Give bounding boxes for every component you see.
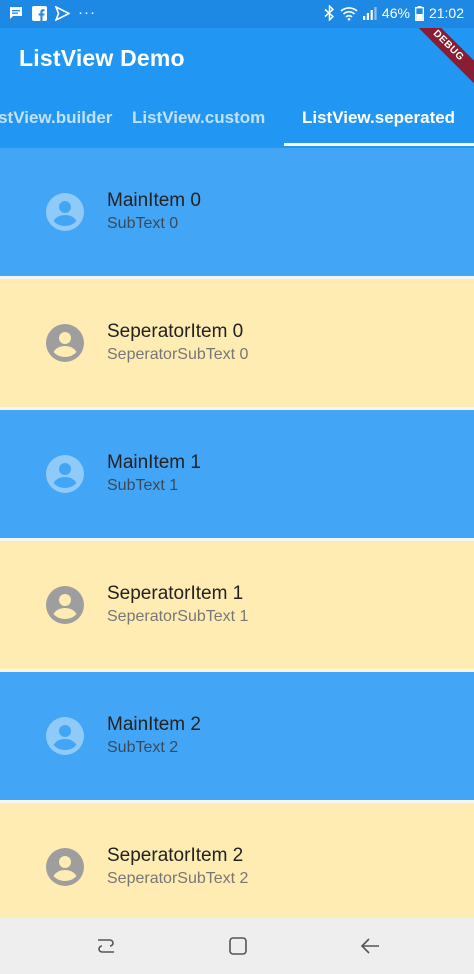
list-item-subtitle: SeperatorSubText 0 [107,346,249,363]
tab-indicator [284,143,474,146]
list-item-subtitle: SeperatorSubText 1 [107,608,249,625]
list-item-main-0[interactable]: MainItem 0 SubText 0 [0,148,474,279]
list-item-title: MainItem 1 [107,452,201,473]
message-icon [8,5,24,21]
list-item-title: SeperatorItem 2 [107,845,244,866]
list-item-separator-0[interactable]: SeperatorItem 0 SeperatorSubText 0 [0,279,474,410]
list-item-main-1[interactable]: MainItem 1 SubText 1 [0,410,474,541]
back-icon[interactable] [358,934,382,958]
tab-listview-seperated[interactable]: ListView.seperated [302,108,455,128]
signal-icon [362,6,377,20]
account-circle-icon [45,847,85,887]
status-left-icons: ··· [8,5,96,21]
wifi-icon [340,6,358,21]
status-bar: ··· 46% 21:02 [0,0,474,28]
list-item-separator-1[interactable]: SeperatorItem 1 SeperatorSubText 1 [0,541,474,672]
bluetooth-icon [324,5,335,21]
account-circle-icon [45,192,85,232]
account-circle-icon [45,454,85,494]
list-view[interactable]: MainItem 0 SubText 0 SeperatorItem 0 Sep… [0,148,474,934]
recents-icon[interactable] [94,934,118,958]
list-item-separator-2[interactable]: SeperatorItem 2 SeperatorSubText 2 [0,803,474,934]
list-item-title: MainItem 2 [107,714,201,735]
list-item-subtitle: SubText 0 [107,215,179,232]
send-icon [55,5,70,21]
navigation-bar [0,918,474,974]
list-item-title: MainItem 0 [107,190,201,211]
facebook-icon [32,5,47,21]
tab-listview-builder[interactable]: ListView.builder [0,108,112,128]
list-item-subtitle: SeperatorSubText 2 [107,870,249,887]
list-item-subtitle: SubText 1 [107,477,179,494]
status-overflow: ··· [78,4,96,21]
app-bar: DEBUG ListView Demo ListView.builder Lis… [0,28,474,148]
list-item-subtitle: SubText 2 [107,739,179,756]
status-right-icons: 46% 21:02 [324,5,464,21]
tab-listview-custom[interactable]: ListView.custom [132,108,265,128]
battery-icon [415,5,424,21]
home-icon[interactable] [226,934,250,958]
status-time: 21:02 [428,5,464,21]
list-item-title: SeperatorItem 0 [107,321,244,342]
account-circle-icon [45,323,85,363]
list-item-main-2[interactable]: MainItem 2 SubText 2 [0,672,474,803]
account-circle-icon [45,716,85,756]
battery-percent: 46% [381,5,410,21]
debug-banner: DEBUG [399,28,474,95]
account-circle-icon [45,585,85,625]
list-item-title: SeperatorItem 1 [107,583,244,604]
page-title: ListView Demo [19,45,185,71]
